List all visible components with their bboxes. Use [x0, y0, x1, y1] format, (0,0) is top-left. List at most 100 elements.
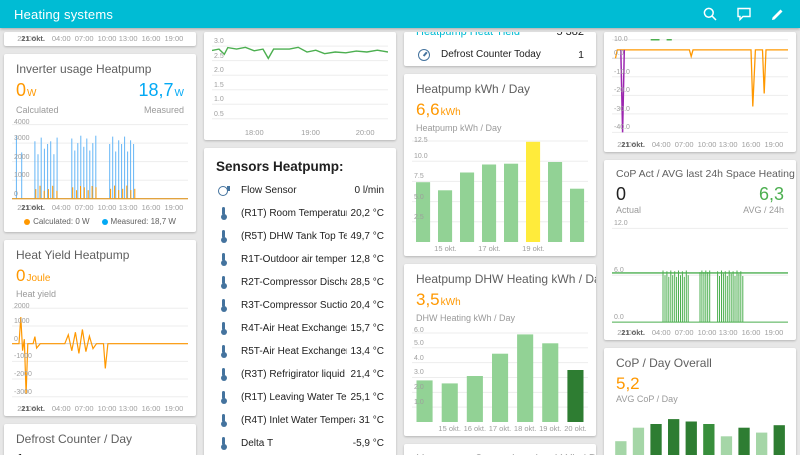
sensor-list: Flow Sensor 0 l/min (R1T) Room Temperatu…	[204, 179, 396, 455]
sensor-name: Delta T	[241, 438, 274, 449]
sensor-value: 49,7 °C	[350, 231, 384, 242]
card-heatpump-kwh-day: Heatpump kWh / Day 6,6kWh Heatpump kWh /…	[404, 74, 596, 256]
sensor-value: -5,9 °C	[352, 438, 384, 449]
sensor-row[interactable]: (R4T) Inlet Water Temperature 31 °C	[204, 409, 396, 432]
sensors-title: Sensors Heatpump:	[216, 159, 344, 174]
sensor-name: R4T-Air Heat Exchanger Temp.	[241, 323, 347, 334]
column-2: 3.0 2.5 2.0 1.5 1.0 0.5 18:00 19:00 20:00 Senso…	[204, 32, 396, 455]
sensor-value: 20,2 °C	[350, 208, 384, 219]
date-axis: 15 okt. 16 okt. 17 okt. 18 okt. 19 okt. 20 ok…	[438, 424, 587, 433]
card-defrost-counter-day: Defrost Counter / Day 1	[4, 424, 196, 455]
page-title: Heating systems	[14, 6, 114, 22]
sensor-row[interactable]: Flow Sensor 0 l/min	[204, 179, 396, 202]
stat-calculated[interactable]: 0W Calculated	[16, 80, 59, 115]
stat-cop-day[interactable]: 5,2 AVG CoP / Day	[604, 372, 796, 404]
thermometer-icon	[216, 321, 231, 336]
chat-icon[interactable]	[736, 6, 752, 22]
time-axis: 18:00 19:00 20:00	[244, 128, 375, 137]
card-title: Heatpump DHW Heating kWh / Day	[416, 272, 596, 286]
card-dhw-kwh-day: Heatpump DHW Heating kWh / Day 3,5kWh DH…	[404, 264, 596, 436]
search-icon[interactable]	[702, 6, 718, 22]
sensor-name: R3T-Compressor Suction Temp.	[241, 300, 347, 311]
card-title: CoP Act / AVG last 24h Space Heating	[616, 168, 795, 180]
inverter-chart: 4000 3000 2000 1000 0	[12, 119, 188, 200]
sensor-value: 15,7 °C	[350, 323, 384, 334]
card-clipped-temp-chart: 10.0 0.0 -10.0 -20.0 -30.0 -40.0 21:00 21 okt.…	[604, 32, 796, 152]
sensor-value: 12,8 °C	[350, 254, 384, 265]
sensor-row[interactable]: (R1T) Leaving Water Temperature 25,1 °C	[204, 386, 396, 409]
sensor-name: (R3T) Refrigirator liquid Temp.	[241, 369, 347, 380]
card-sensors: Sensors Heatpump: Flow Sensor 0 l/min (R…	[204, 148, 396, 455]
sensor-name: R5T-Air Heat Exchanger mid Temp.	[241, 346, 347, 357]
sensor-value: 28,5 °C	[350, 277, 384, 288]
stat-cop-actual[interactable]: 0 Actual	[616, 184, 641, 215]
kwh-day-bar-chart: 12.5 10.0 7.5 5.0 2.5	[412, 137, 588, 242]
time-axis: 21:00 21 okt. 04:00 07:00 10:00 13:00 16:00 19:…	[617, 140, 784, 149]
cop-day-bar-chart	[612, 408, 788, 455]
thermometer-icon	[216, 252, 231, 267]
sensor-row[interactable]: Delta T -5,9 °C	[204, 432, 396, 455]
card-title: Inverter usage Heatpump	[16, 62, 152, 76]
card-space-heating-kwh-day: Heatpump Space heating kWh / Day	[404, 444, 596, 455]
thermometer-icon	[216, 298, 231, 313]
stat-kwh-day[interactable]: 6,6kWh Heatpump kWh / Day	[404, 98, 596, 133]
chart-legend: Calculated: 0 W Measured: 18,7 W	[4, 215, 196, 232]
sensor-value: 13,4 °C	[350, 346, 384, 357]
sensor-row[interactable]: R2T-Compressor Discharge Temp. 28,5 °C	[204, 271, 396, 294]
sensor-row[interactable]: (R1T) Room Temperature 20,2 °C	[204, 202, 396, 225]
sensor-value: 20,4 °C	[350, 300, 384, 311]
cop-act-chart: 12.0 6.0 0.0	[612, 220, 788, 323]
stat-heat-yield[interactable]: 0Joule Heat yield	[4, 264, 196, 299]
time-axis: 21:00 21 okt. 04:00 07:00 10:00 13:00 16:00 19:…	[617, 328, 784, 337]
edit-icon[interactable]	[770, 6, 786, 22]
legend-dot	[101, 218, 108, 225]
sensor-name: (R1T) Leaving Water Temperature	[241, 392, 347, 403]
dhw-day-bar-chart: 6.0 5.0 4.0 3.0 2.0 1.0	[412, 327, 588, 422]
stat-measured[interactable]: 18,7W Measured	[139, 80, 185, 115]
sensor-row[interactable]: (R5T) DHW Tank Top Temperature 49,7 °C	[204, 225, 396, 248]
stat-dhw-day[interactable]: 3,5kWh DHW Heating kWh / Day	[404, 288, 596, 323]
clipped-temp-chart: 10.0 0.0 -10.0 -20.0 -30.0 -40.0	[612, 36, 788, 138]
sensor-value: 21,4 °C	[350, 369, 384, 380]
sensor-row[interactable]: R5T-Air Heat Exchanger mid Temp. 13,4 °C	[204, 340, 396, 363]
thermometer-icon	[216, 275, 231, 290]
thermometer-icon	[216, 229, 231, 244]
counter-icon	[416, 47, 431, 62]
sensor-name: R1T-Outdoor air temperature	[241, 254, 347, 265]
sensor-name: Flow Sensor	[241, 185, 297, 196]
sensor-value: 0 l/min	[354, 185, 384, 196]
sensor-name: R2T-Compressor Discharge Temp.	[241, 277, 347, 288]
card-heat-yield: Heat Yield Heatpump 0Joule Heat yield 20…	[4, 240, 196, 416]
time-axis: 21:00 21 okt. 04:00 07:00 10:00 13:00 16:00 19:…	[17, 34, 184, 43]
time-axis: 21:00 21 okt. 04:00 07:00 10:00 13:00 16:00 19:…	[17, 203, 184, 212]
sensor-row[interactable]: (R3T) Refrigirator liquid Temp. 21,4 °C	[204, 363, 396, 386]
thermometer-icon	[216, 413, 231, 428]
card-clipped-cop-chart: 3.0 2.5 2.0 1.5 1.0 0.5 18:00 19:00 20:00	[204, 32, 396, 140]
defrost-day-value[interactable]: 1	[4, 448, 196, 455]
column-4: 10.0 0.0 -10.0 -20.0 -30.0 -40.0 21:00 21 okt.…	[604, 32, 796, 455]
thermometer-icon	[216, 367, 231, 382]
thermometer-icon	[216, 436, 231, 451]
app-header: Heating systems	[0, 0, 800, 28]
thermometer-icon	[216, 206, 231, 221]
card-cop-act-avg: CoP Act / AVG last 24h Space Heating 0 A…	[604, 160, 796, 340]
sensor-row[interactable]: R1T-Outdoor air temperature 12,8 °C	[204, 248, 396, 271]
thermometer-icon	[216, 390, 231, 405]
card-title: CoP / Day Overall	[616, 356, 712, 370]
sensor-name: (R1T) Room Temperature	[241, 208, 347, 219]
defrost-today-row[interactable]: Defrost Counter Today 1	[404, 43, 596, 66]
stat-cop-avg[interactable]: 6,3 AVG / 24h	[743, 184, 784, 215]
card-title: Heat Yield Heatpump	[16, 248, 130, 262]
sensor-name: (R5T) DHW Tank Top Temperature	[241, 231, 347, 242]
card-title: Defrost Counter / Day	[16, 432, 133, 446]
legend-dot	[24, 218, 31, 225]
date-axis: 15 okt. 17 okt. 19 okt.	[434, 244, 545, 253]
card-title: Heatpump Space heating kWh / Day	[404, 444, 596, 455]
sensor-name: (R4T) Inlet Water Temperature	[241, 415, 355, 426]
card-clipped-history-chart: 21:00 21 okt. 04:00 07:00 10:00 13:00 16:00 19:…	[4, 32, 196, 46]
sensor-row[interactable]: R4T-Air Heat Exchanger Temp. 15,7 °C	[204, 317, 396, 340]
heat-yield-link-row[interactable]: Heatpump Heat Yield 5 382	[404, 32, 596, 43]
card-clipped-counters: Heatpump Heat Yield 5 382 Defrost Counte…	[404, 32, 596, 66]
card-cop-day-overall: CoP / Day Overall 5,2 AVG CoP / Day	[604, 348, 796, 455]
sensor-row[interactable]: R3T-Compressor Suction Temp. 20,4 °C	[204, 294, 396, 317]
